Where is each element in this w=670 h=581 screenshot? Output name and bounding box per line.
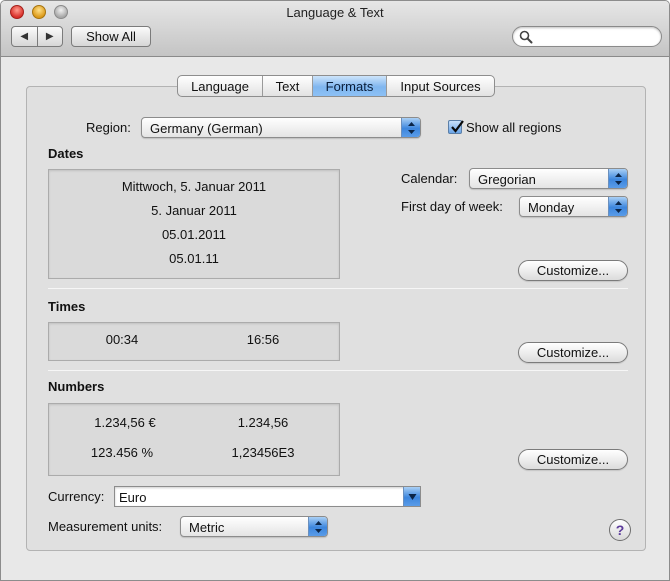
currency-label: Currency: (48, 489, 105, 504)
window-title: Language & Text (286, 5, 384, 20)
times-customize-button[interactable]: Customize... (518, 342, 628, 363)
chevron-down-icon[interactable] (403, 487, 420, 506)
calendar-value: Gregorian (478, 172, 536, 187)
dates-customize-button[interactable]: Customize... (518, 260, 628, 281)
tab-text[interactable]: Text (262, 76, 312, 96)
date-sample-short: 05.01.11 (169, 251, 219, 266)
forward-button[interactable]: ▶ (36, 27, 63, 46)
section-divider (48, 288, 628, 289)
help-button[interactable]: ? (609, 519, 631, 541)
decimal-sample: 1.234,56 (237, 415, 289, 430)
calendar-popup[interactable]: Gregorian (469, 168, 628, 189)
preferences-window: Language & Text ◀ ▶ Show All Language Te… (0, 0, 670, 581)
percent-sample: 123.456 % (90, 445, 154, 460)
tab-language[interactable]: Language (178, 76, 262, 96)
currency-sample: 1.234,56 € (94, 415, 156, 430)
popup-arrows-icon (401, 118, 420, 137)
date-sample-medium: 05.01.2011 (161, 227, 227, 242)
date-sample-full: Mittwoch, 5. Januar 2011 (121, 179, 267, 194)
first-day-label: First day of week: (401, 199, 503, 214)
section-divider (48, 370, 628, 371)
measurement-popup[interactable]: Metric (180, 516, 328, 537)
tab-bar: Language Text Formats Input Sources (177, 75, 495, 97)
back-arrow-icon: ◀ (20, 31, 29, 42)
show-all-button[interactable]: Show All (71, 26, 151, 47)
search-input[interactable] (535, 29, 655, 44)
region-popup[interactable]: Germany (German) (141, 117, 421, 138)
show-all-regions-checkbox[interactable] (448, 120, 464, 134)
currency-value: Euro (119, 490, 147, 505)
show-all-regions-label: Show all regions (466, 120, 562, 135)
date-sample-long: 5. Januar 2011 (151, 203, 237, 218)
calendar-label: Calendar: (401, 171, 458, 186)
times-heading: Times (48, 299, 86, 314)
popup-arrows-icon (608, 169, 627, 188)
numbers-customize-button[interactable]: Customize... (518, 449, 628, 470)
numbers-heading: Numbers (48, 379, 105, 394)
checkmark-icon (451, 120, 464, 133)
time-sample-short: 00:34 (105, 332, 139, 347)
times-sample-box: 00:34 16:56 (48, 322, 340, 361)
first-day-popup[interactable]: Monday (519, 196, 628, 217)
dates-heading: Dates (48, 146, 84, 161)
popup-arrows-icon (608, 197, 627, 216)
scientific-sample: 1,23456E3 (231, 445, 295, 460)
tab-formats[interactable]: Formats (312, 76, 386, 96)
tab-input-sources[interactable]: Input Sources (386, 76, 494, 96)
region-value: Germany (German) (150, 121, 263, 136)
measurement-value: Metric (189, 520, 225, 535)
currency-combo-box[interactable]: Euro (114, 486, 421, 507)
numbers-sample-box: 1.234,56 € 1.234,56 123.456 % 1,23456E3 (48, 403, 340, 476)
help-icon: ? (615, 522, 625, 538)
search-icon (519, 30, 533, 44)
tab-content-box (26, 86, 646, 551)
search-field-container (512, 26, 662, 47)
back-forward-group: ◀ ▶ (11, 26, 63, 47)
title-bar: Language & Text ◀ ▶ Show All (1, 1, 669, 57)
first-day-value: Monday (528, 200, 575, 215)
region-label: Region: (86, 120, 131, 135)
forward-arrow-icon: ▶ (45, 31, 54, 42)
dates-sample-box: Mittwoch, 5. Januar 2011 5. Januar 2011 … (48, 169, 340, 279)
popup-arrows-icon (308, 517, 327, 536)
back-button[interactable]: ◀ (12, 27, 37, 46)
time-sample-long: 16:56 (246, 332, 280, 347)
measurement-label: Measurement units: (48, 519, 163, 534)
